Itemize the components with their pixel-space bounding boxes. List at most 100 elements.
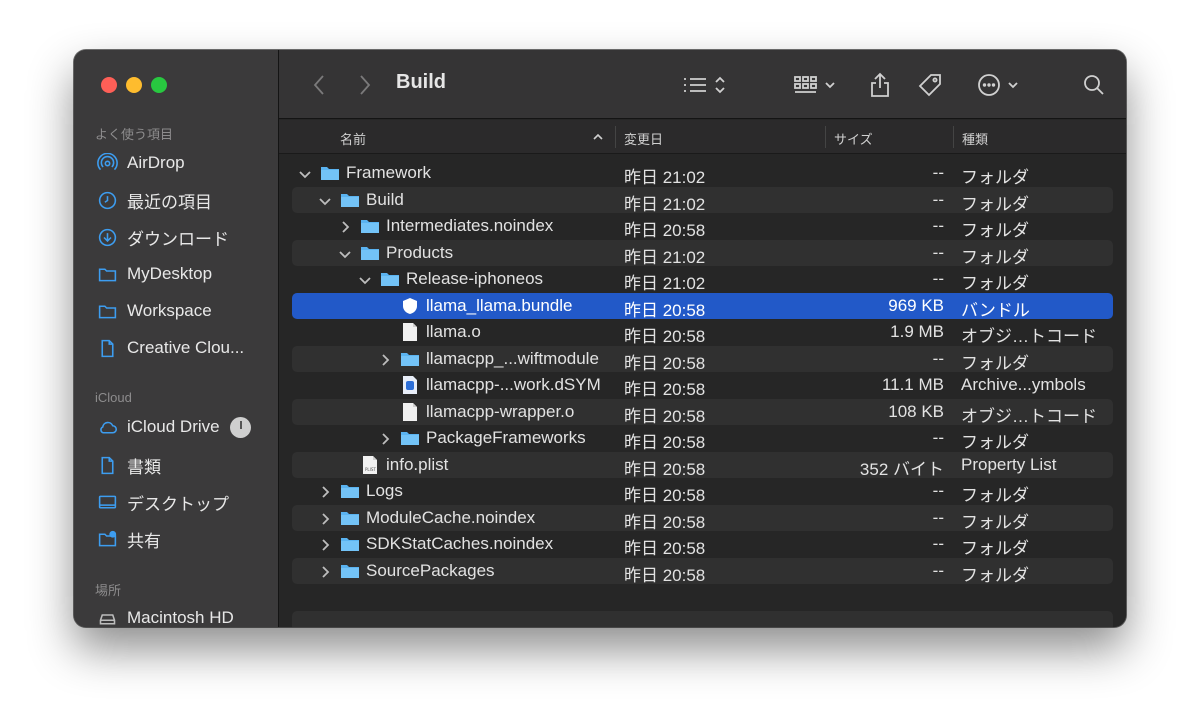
sidebar-item-airdrop[interactable]: AirDrop [95, 148, 185, 178]
minimize-button[interactable] [126, 77, 142, 93]
file-row[interactable]: llama.o 昨日 20:58 1.9 MB オブジ…トコード [292, 319, 1113, 346]
file-row[interactable]: Products 昨日 21:02 -- フォルダ [292, 239, 1113, 267]
file-date: 昨日 21:02 [624, 194, 706, 214]
group-button[interactable] [789, 70, 839, 100]
chevron-updown-icon [715, 76, 725, 94]
file-row[interactable]: ModuleCache.noindex 昨日 20:58 -- フォルダ [292, 504, 1113, 532]
file-row[interactable]: llamacpp-...work.dSYM 昨日 20:58 11.1 MB Arch… [292, 372, 1113, 399]
view-options-button[interactable] [679, 70, 729, 100]
file-name: PackageFrameworks [426, 428, 586, 447]
desktop-icon [95, 491, 119, 513]
column-header: 名前 変更日 サイズ 種類 [279, 120, 1126, 154]
file-name: Release-iphoneos [406, 269, 544, 288]
file-date: 昨日 20:58 [624, 353, 706, 373]
file-name: Products [386, 242, 454, 262]
file-date: 昨日 21:02 [624, 168, 706, 187]
folder-icon [340, 482, 360, 500]
disclosure-collapsed-icon[interactable] [338, 219, 352, 233]
sidebar-item-workspace[interactable]: Workspace [95, 296, 212, 326]
column-name[interactable]: 名前 [340, 129, 366, 148]
sidebar-item-macintosh-hd[interactable]: Macintosh HD [95, 603, 234, 627]
dsym-file-icon [400, 376, 420, 394]
disclosure-expanded-icon[interactable] [358, 272, 372, 286]
sidebar-item-recents[interactable]: 最近の項目 [95, 185, 212, 215]
tag-button[interactable] [915, 70, 945, 100]
file-kind: バンドル [961, 300, 1030, 320]
sidebar-item-label: MyDesktop [127, 264, 213, 283]
column-size[interactable]: サイズ [834, 129, 873, 148]
sidebar-item-desktop[interactable]: デスクトップ [95, 487, 229, 517]
file-row[interactable]: Intermediates.noindex 昨日 20:58 -- フォルダ [292, 213, 1113, 240]
column-kind[interactable]: 種類 [962, 129, 988, 148]
file-date: 昨日 20:58 [624, 486, 706, 505]
sidebar-item-documents[interactable]: 書類 [95, 450, 161, 480]
share-button[interactable] [865, 70, 895, 100]
file-row[interactable]: PackageFrameworks 昨日 20:58 -- フォルダ [292, 425, 1113, 452]
file-size: 108 KB [888, 401, 944, 421]
file-date: 昨日 20:58 [624, 406, 706, 426]
sidebar-item-shared[interactable]: 共有 [95, 524, 161, 554]
file-date: 昨日 20:58 [624, 459, 706, 479]
file-size: -- [932, 269, 944, 288]
disclosure-collapsed-icon[interactable] [378, 431, 392, 445]
zoom-button[interactable] [151, 77, 167, 93]
file-name: Intermediates.noindex [386, 216, 554, 235]
file-row[interactable]: llamacpp_...wiftmodule 昨日 20:58 -- フォルダ [292, 345, 1113, 373]
disclosure-expanded-icon[interactable] [318, 193, 332, 207]
file-name: llamacpp_...wiftmodule [426, 348, 599, 368]
sidebar-item-mydesktop[interactable]: MyDesktop [95, 259, 212, 289]
sidebar-item-label: ダウンロード [127, 229, 229, 249]
column-date[interactable]: 変更日 [624, 129, 663, 148]
cloud-icon [95, 416, 119, 438]
sidebar-item-label: 共有 [127, 531, 161, 551]
file-row[interactable]: SourcePackages 昨日 20:58 -- フォルダ [292, 557, 1113, 585]
action-button[interactable] [973, 70, 1023, 100]
file-row[interactable]: PLIST info.plist 昨日 20:58 352 バイト Property L… [292, 451, 1113, 479]
close-button[interactable] [101, 77, 117, 93]
search-button[interactable] [1079, 70, 1109, 100]
back-button[interactable] [307, 70, 331, 100]
disclosure-collapsed-icon[interactable] [318, 511, 332, 525]
file-kind: オブジ…トコード [961, 406, 1097, 426]
file-name: SourcePackages [366, 560, 495, 580]
sidebar-item-label: AirDrop [127, 153, 185, 172]
file-name: ModuleCache.noindex [366, 507, 536, 527]
sidebar-item-icloud-drive[interactable]: iCloud Drive [95, 412, 251, 442]
sidebar: よく使う項目 AirDrop 最近の項目 ダウンロード MyDesktop Wo… [74, 50, 279, 627]
file-name: llamacpp-...work.dSYM [426, 375, 601, 394]
folder-icon [400, 350, 420, 368]
file-size: -- [932, 428, 944, 447]
disclosure-expanded-icon[interactable] [338, 246, 352, 260]
file-date: 昨日 20:58 [624, 539, 706, 558]
forward-button[interactable] [353, 70, 377, 100]
sidebar-item-creative-cloud[interactable]: Creative Clou... [95, 333, 244, 363]
file-row[interactable]: Build 昨日 21:02 -- フォルダ [292, 186, 1113, 214]
column-separator [825, 126, 826, 148]
file-date: 昨日 20:58 [624, 327, 706, 346]
disclosure-collapsed-icon[interactable] [378, 352, 392, 366]
disclosure-expanded-icon[interactable] [298, 166, 312, 180]
document-icon [95, 454, 119, 476]
file-row[interactable]: Logs 昨日 20:58 -- フォルダ [292, 478, 1113, 505]
file-kind: フォルダ [961, 433, 1029, 452]
file-size: -- [932, 163, 944, 182]
file-row[interactable]: SDKStatCaches.noindex 昨日 20:58 -- フォルダ [292, 531, 1113, 558]
file-row[interactable]: llama_llama.bundle 昨日 20:58 969 KB バンドル [292, 292, 1113, 320]
folder-icon [360, 217, 380, 235]
download-icon [95, 226, 119, 248]
svg-text:PLIST: PLIST [365, 467, 376, 472]
disclosure-collapsed-icon[interactable] [318, 564, 332, 578]
document-icon [95, 337, 119, 359]
empty-row [292, 611, 1113, 627]
file-row[interactable]: llamacpp-wrapper.o 昨日 20:58 108 KB オブジ…トコード [292, 398, 1113, 426]
disclosure-collapsed-icon[interactable] [318, 484, 332, 498]
disclosure-collapsed-icon[interactable] [318, 537, 332, 551]
sidebar-item-downloads[interactable]: ダウンロード [95, 222, 229, 252]
file-row[interactable]: Framework 昨日 21:02 -- フォルダ [292, 160, 1113, 187]
airdrop-icon [95, 152, 119, 174]
file-date: 昨日 21:02 [624, 247, 706, 267]
file-name: Framework [346, 163, 432, 182]
file-row[interactable]: Release-iphoneos 昨日 21:02 -- フォルダ [292, 266, 1113, 293]
file-date: 昨日 20:58 [624, 512, 706, 532]
file-date: 昨日 21:02 [624, 274, 706, 293]
